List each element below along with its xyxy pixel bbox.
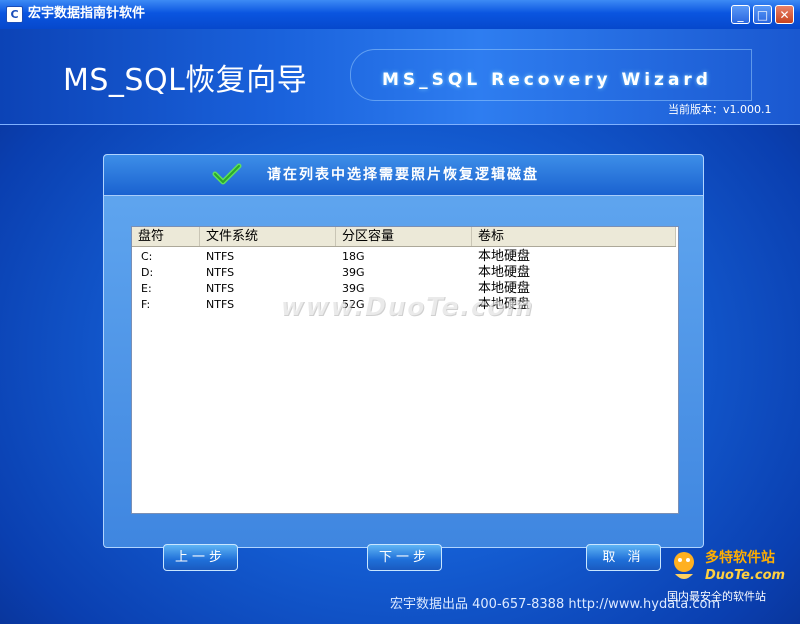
checkmark-icon <box>212 163 242 185</box>
previous-button[interactable]: 上一步 <box>163 544 238 571</box>
cell-drive: E: <box>141 282 152 295</box>
cell-capacity: 52G <box>342 298 365 311</box>
table-row[interactable]: D: NTFS 39G 本地硬盘 <box>132 265 676 281</box>
corner-logo: 多特软件站 DuoTe.com 国内最安全的软件站 <box>665 548 795 618</box>
cell-capacity: 18G <box>342 250 365 263</box>
cell-drive: C: <box>141 250 153 263</box>
table-row[interactable]: C: NTFS 18G 本地硬盘 <box>132 249 676 265</box>
cell-capacity: 39G <box>342 266 365 279</box>
maximize-button[interactable]: □ <box>753 5 772 24</box>
cancel-button[interactable]: 取 消 <box>586 544 661 571</box>
corner-brand: 多特软件站 <box>705 550 775 566</box>
app-title: MS_SQL恢复向导 <box>63 63 308 98</box>
corner-slogan: 国内最安全的软件站 <box>667 590 766 603</box>
next-button[interactable]: 下一步 <box>367 544 442 571</box>
cell-volume-label: 本地硬盘 <box>478 297 531 312</box>
cell-filesystem: NTFS <box>206 250 235 263</box>
cell-volume-label: 本地硬盘 <box>478 265 531 280</box>
maximize-icon: □ <box>756 8 769 22</box>
corner-site: DuoTe.com <box>705 568 786 583</box>
cell-volume-label: 本地硬盘 <box>478 249 531 264</box>
cell-volume-label: 本地硬盘 <box>478 281 531 296</box>
mascot-icon <box>674 552 694 579</box>
main-content: MS_SQL恢复向导 MS_SQL Recovery Wizard 当前版本：v… <box>0 29 800 624</box>
version-label: 当前版本：v1.000.1 <box>668 103 772 116</box>
column-header-drive[interactable]: 盘符 <box>132 227 200 246</box>
column-header-capacity[interactable]: 分区容量 <box>336 227 472 246</box>
title-bar[interactable]: C 宏宇数据指南针软件 _ □ ✕ <box>0 0 800 29</box>
disk-selection-panel: 请在列表中选择需要照片恢复逻辑磁盘 盘符 文件系统 分区容量 卷标 C: NTF… <box>103 154 704 548</box>
cell-filesystem: NTFS <box>206 266 235 279</box>
disk-list[interactable]: 盘符 文件系统 分区容量 卷标 C: NTFS 18G 本地硬盘 D: NTFS… <box>131 226 679 514</box>
cell-filesystem: NTFS <box>206 282 235 295</box>
table-row[interactable]: F: NTFS 52G 本地硬盘 <box>132 297 676 313</box>
app-subtitle: MS_SQL Recovery Wizard <box>382 70 712 90</box>
cell-capacity: 39G <box>342 282 365 295</box>
app-icon: C <box>6 6 23 23</box>
column-header-volume-label[interactable]: 卷标 <box>472 227 676 246</box>
close-icon: ✕ <box>779 8 790 22</box>
panel-instruction: 请在列表中选择需要照片恢复逻辑磁盘 <box>267 167 539 183</box>
minimize-icon: _ <box>737 8 744 22</box>
cell-drive: D: <box>141 266 154 279</box>
table-row[interactable]: E: NTFS 39G 本地硬盘 <box>132 281 676 297</box>
list-header: 盘符 文件系统 分区容量 卷标 <box>132 227 676 247</box>
header-banner: MS_SQL恢复向导 MS_SQL Recovery Wizard 当前版本：v… <box>0 29 800 125</box>
minimize-button[interactable]: _ <box>731 5 750 24</box>
close-button[interactable]: ✕ <box>775 5 794 24</box>
window-title: 宏宇数据指南针软件 <box>28 6 146 21</box>
cell-filesystem: NTFS <box>206 298 235 311</box>
column-header-filesystem[interactable]: 文件系统 <box>200 227 336 246</box>
cell-drive: F: <box>141 298 151 311</box>
panel-header: 请在列表中选择需要照片恢复逻辑磁盘 <box>104 155 703 196</box>
